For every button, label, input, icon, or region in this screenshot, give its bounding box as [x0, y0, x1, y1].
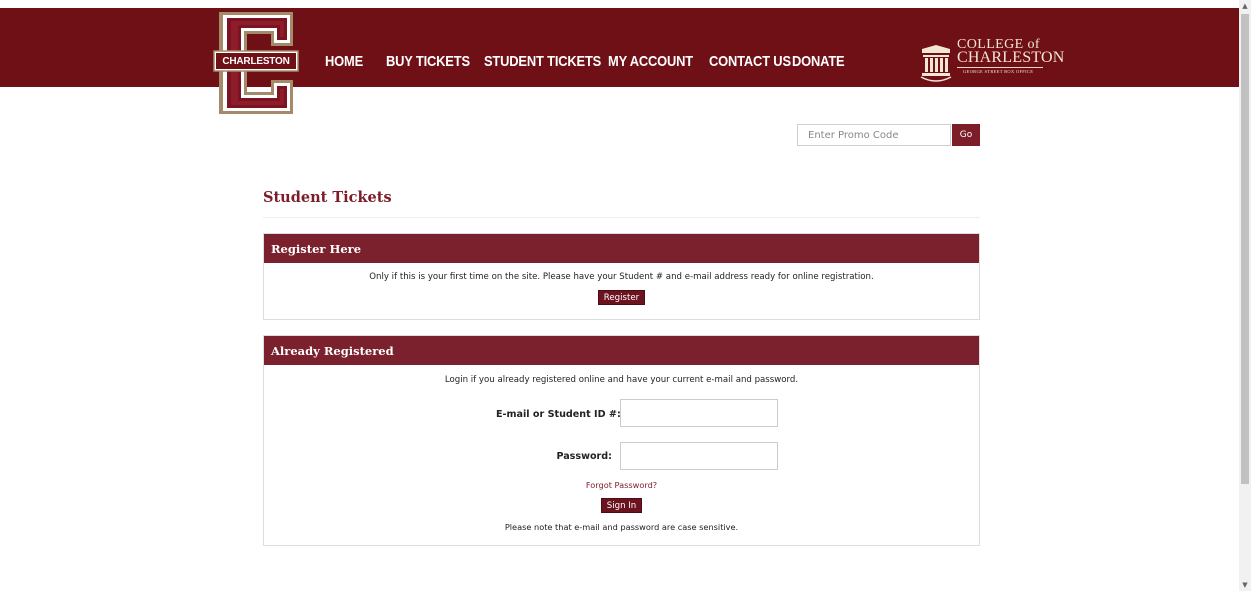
login-panel-body: Login if you already registered online a… — [264, 365, 979, 545]
logo-text: CHARLESTON — [222, 56, 290, 67]
scroll-up-icon[interactable]: ▲ — [1239, 0, 1251, 12]
charleston-c-logo[interactable]: CHARLESTON — [213, 10, 299, 116]
nav-contact-us[interactable]: CONTACT US — [709, 53, 791, 70]
vertical-scrollbar[interactable]: ▲ ▼ — [1239, 0, 1251, 591]
promo-go-button[interactable]: Go — [952, 124, 980, 146]
cofc-subtitle: GEORGE STREET BOX OFFICE — [963, 69, 1034, 74]
password-field[interactable] — [620, 442, 778, 470]
promo-code-input[interactable] — [797, 124, 951, 146]
sign-in-button[interactable]: Sign In — [600, 498, 643, 513]
register-panel-heading: Register Here — [264, 234, 979, 263]
nav-donate[interactable]: DONATE — [792, 53, 845, 70]
top-navbar: HOME BUY TICKETS STUDENT TICKETS MY ACCO… — [0, 8, 1239, 87]
register-instructions: Only if this is your first time on the s… — [369, 272, 874, 282]
register-panel-body: Only if this is your first time on the s… — [264, 263, 979, 319]
top-strip — [0, 0, 1239, 8]
title-divider — [263, 217, 980, 218]
page-title: Student Tickets — [263, 189, 392, 206]
scrollbar-thumb[interactable] — [1241, 14, 1249, 484]
login-intro: Login if you already registered online a… — [444, 375, 799, 385]
password-label: Password: — [556, 451, 612, 462]
nav-home[interactable]: HOME — [325, 53, 363, 70]
cofc-divider — [957, 67, 1043, 68]
email-label: E-mail or Student ID #: — [496, 409, 621, 420]
nav-buy-tickets[interactable]: BUY TICKETS — [386, 53, 470, 70]
building-crest-icon — [920, 45, 952, 82]
forgot-password-link[interactable]: Forgot Password? — [586, 480, 657, 490]
register-panel: Register Here Only if this is your first… — [263, 233, 980, 320]
nav-student-tickets[interactable]: STUDENT TICKETS — [484, 53, 601, 70]
scroll-down-icon[interactable]: ▼ — [1239, 579, 1251, 591]
case-sensitive-note: Please note that e-mail and password are… — [504, 522, 739, 532]
register-button[interactable]: Register — [597, 290, 646, 305]
login-panel-heading: Already Registered — [264, 336, 979, 365]
login-panel: Already Registered Login if you already … — [263, 335, 980, 546]
nav-my-account[interactable]: MY ACCOUNT — [608, 53, 693, 70]
cofc-line2: CHARLESTON — [957, 49, 1065, 66]
email-field[interactable] — [620, 399, 778, 427]
